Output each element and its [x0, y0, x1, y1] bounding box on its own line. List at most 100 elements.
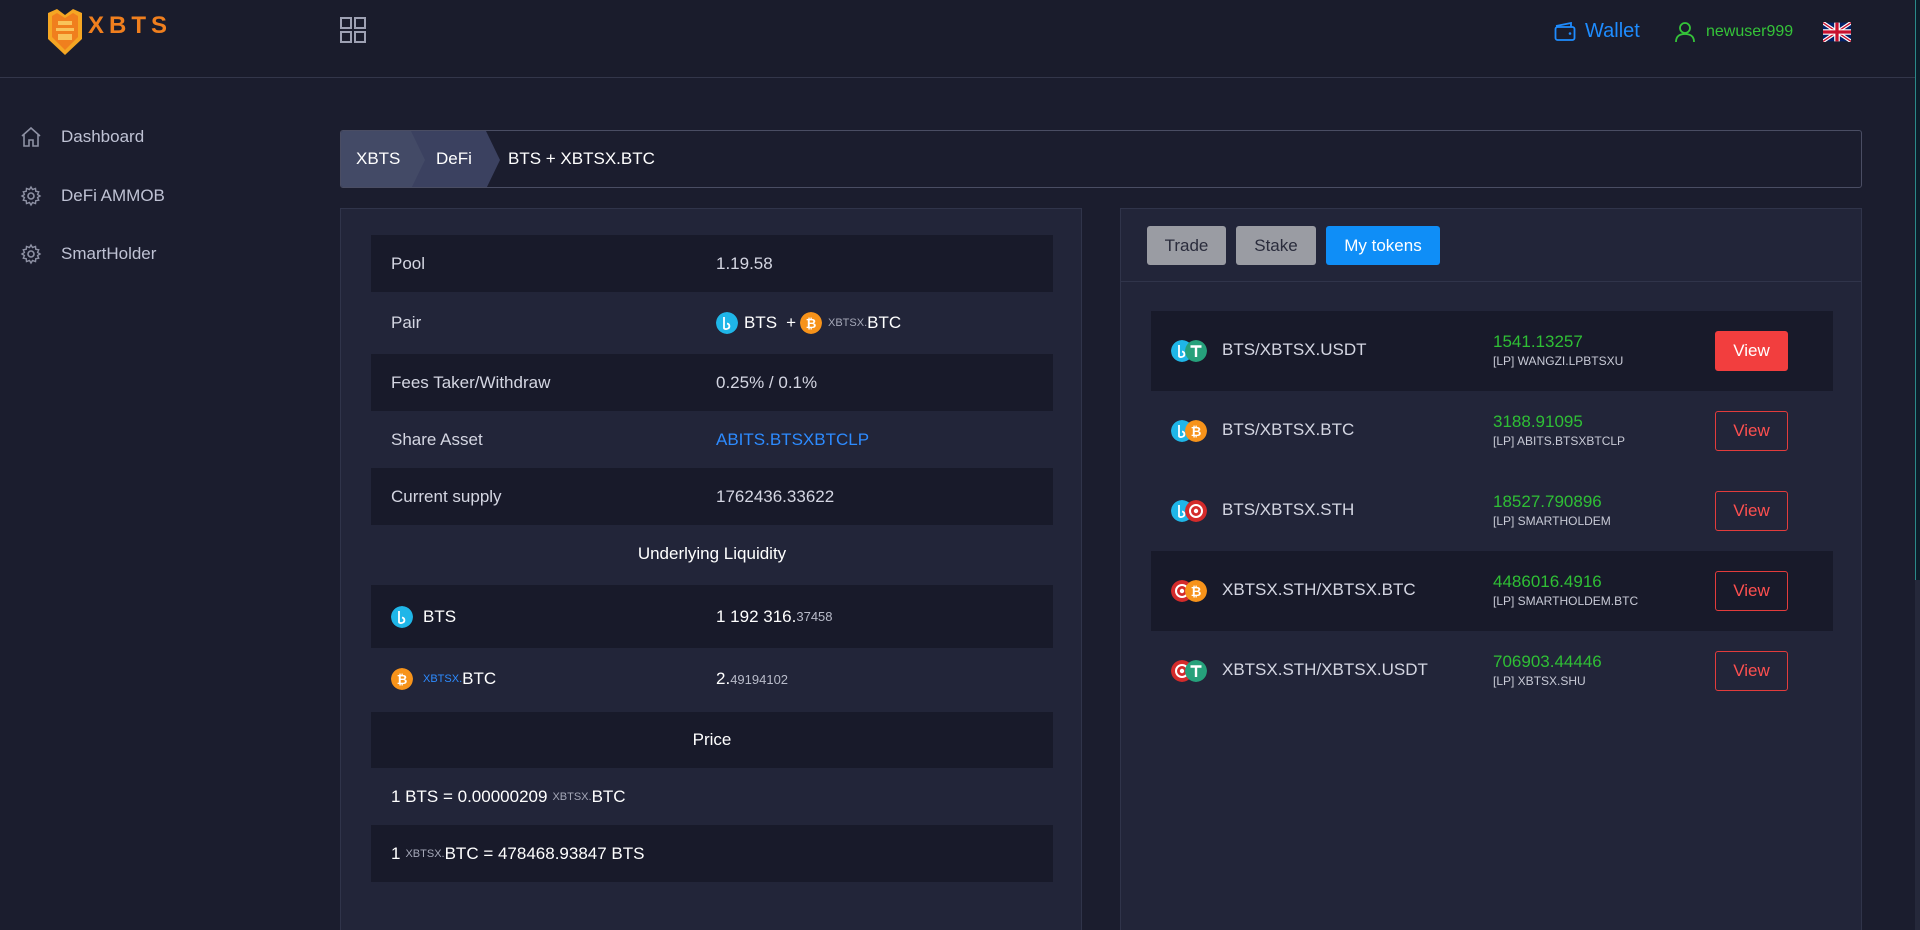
breadcrumb: XBTS DeFi BTS + XBTSX.BTC [340, 130, 1862, 188]
token-amount: 1541.13257 [1493, 332, 1583, 351]
price-row-2: 1 XBTSX. BTC = 478468.93847 BTS [371, 825, 1053, 882]
tab-trade[interactable]: Trade [1147, 226, 1226, 265]
token-row: BTS/XBTSX.STH 18527.790896 [LP] SMARTHOL… [1151, 471, 1833, 551]
amount-integer: 1 192 316. [716, 606, 797, 626]
token-row: XBTSX.STH/XBTSX.USDT 706903.44446 [LP] X… [1151, 631, 1833, 711]
liquidity-asset: BTS [391, 605, 457, 628]
gear-icon [20, 243, 42, 265]
liquidity-row-btc: ₿ XBTSX. BTC 2. 49194102 [371, 648, 1053, 710]
wallet-label: Wallet [1585, 20, 1640, 42]
token-pair-name: BTS/XBTSX.STH [1222, 500, 1355, 519]
liquidity-amount: 2. 49194102 [716, 669, 788, 689]
supply-row: Current supply 1762436.33622 [371, 468, 1053, 525]
token-pair-name: XBTSX.STH/XBTSX.USDT [1222, 660, 1428, 679]
token-lp-name: [LP] XBTSX.SHU [1493, 674, 1586, 688]
home-icon [21, 126, 41, 147]
sidebar-item-label: SmartHolder [61, 244, 157, 263]
underlying-liquidity-heading: Underlying Liquidity [371, 525, 1053, 582]
token-pair-name: BTS/XBTSX.USDT [1222, 340, 1367, 359]
token-lp-name: [LP] WANGZI.LPBTSXU [1493, 354, 1624, 368]
sidebar-item-dashboard[interactable]: Dashboard [20, 126, 144, 148]
pair-row: Pair BTS + ₿ XBTSX. BTC [371, 292, 1053, 354]
token-pair-name: BTS/XBTSX.BTC [1222, 420, 1355, 439]
breadcrumb-current: BTS + XBTSX.BTC [508, 149, 655, 168]
price-one: 1 [391, 843, 401, 863]
gear-icon [20, 185, 42, 207]
token-row: ₿ BTS/XBTSX.BTC 3188.91095 [LP] ABITS.BT… [1151, 391, 1833, 471]
price-row-1: 1 BTS = 0.00000209 XBTSX. BTC [371, 768, 1053, 825]
wallet-icon [1554, 21, 1576, 41]
uk-flag-icon[interactable] [1823, 22, 1851, 42]
usdt-coin-icon [1185, 660, 1207, 682]
pair-b-prefix: XBTSX. [828, 317, 868, 329]
view-button[interactable]: View [1715, 651, 1788, 691]
tab-bar: Trade Stake My tokens [1121, 209, 1861, 282]
btc-coin-icon: ₿ [391, 668, 413, 690]
supply-label: Current supply [391, 486, 502, 506]
sidebar-item-defi-ammob[interactable]: DeFi AMMOB [20, 185, 165, 207]
logo-icon [48, 9, 82, 55]
pair-a: BTS [744, 313, 778, 332]
pair-b: BTC [867, 313, 902, 332]
user-icon [1675, 22, 1695, 43]
fees-label: Fees Taker/Withdraw [391, 372, 551, 392]
liquidity-amount: 1 192 316. 37458 [716, 607, 833, 627]
share-asset-link[interactable]: ABITS.BTSXBTCLP [716, 430, 869, 450]
apps-grid-icon[interactable] [340, 17, 366, 43]
fees-row: Fees Taker/Withdraw 0.25% / 0.1% [371, 354, 1053, 411]
share-asset-row: Share Asset ABITS.BTSXBTCLP [371, 411, 1053, 468]
top-header: XBTS Wallet newuser999 [0, 0, 1920, 78]
price-prefix: XBTSX. [552, 790, 592, 803]
amount-integer: 2. [716, 669, 731, 688]
token-pair-icons: ₿ [1171, 580, 1211, 602]
pool-label: Pool [391, 253, 426, 273]
svg-text:₿: ₿ [1191, 425, 1202, 440]
btc-coin-icon: ₿ [800, 312, 822, 334]
liquidity-asset-prefix: XBTSX. [423, 673, 463, 685]
token-pair-icons: ₿ [1171, 420, 1211, 442]
logo[interactable]: XBTS [44, 6, 172, 58]
liquidity-asset-name: BTS [423, 606, 457, 626]
view-button[interactable]: View [1715, 331, 1788, 371]
view-button[interactable]: View [1715, 571, 1788, 611]
svg-text:₿: ₿ [397, 673, 408, 688]
token-pair-name: XBTSX.STH/XBTSX.BTC [1222, 580, 1416, 599]
username: newuser999 [1706, 23, 1794, 40]
fees-value: 0.25% / 0.1% [716, 372, 818, 392]
pair-value: BTS + ₿ XBTSX. BTC [716, 312, 901, 334]
view-button[interactable]: View [1715, 491, 1788, 531]
token-lp-name: [LP] SMARTHOLDEM [1493, 514, 1611, 528]
breadcrumb-xbts[interactable]: XBTS [341, 131, 425, 187]
price-prefix: XBTSX. [405, 847, 445, 860]
token-pair-icons [1171, 340, 1211, 362]
token-amount: 3188.91095 [1493, 412, 1583, 431]
wallet-link[interactable]: Wallet [1554, 20, 1640, 43]
page-scrollbar[interactable] [1915, 0, 1920, 930]
token-pair-icons [1171, 500, 1211, 522]
liquidity-asset: ₿ XBTSX. BTC [391, 668, 496, 690]
sidebar-item-label: DeFi AMMOB [61, 186, 165, 205]
amount-decimals: 49194102 [730, 671, 789, 687]
token-amount: 4486016.4916 [1493, 572, 1602, 591]
token-row: ₿ XBTSX.STH/XBTSX.BTC 4486016.4916 [LP] … [1151, 551, 1833, 631]
view-button[interactable]: View [1715, 411, 1788, 451]
bts-coin-icon [716, 312, 738, 334]
my-tokens-panel: Trade Stake My tokens BTS/XBTSX.USDT 154… [1120, 208, 1862, 930]
user-account-link[interactable]: newuser999 [1674, 21, 1793, 43]
tab-my-tokens[interactable]: My tokens [1326, 226, 1440, 265]
sidebar-item-smartholder[interactable]: SmartHolder [20, 243, 156, 265]
price-text: BTC = 478468.93847 BTS [444, 843, 645, 863]
token-row: BTS/XBTSX.USDT 1541.13257 [LP] WANGZI.LP… [1151, 311, 1833, 391]
amount-decimals: 37458 [796, 609, 833, 624]
price-asset: BTC [591, 786, 626, 806]
sidebar-item-label: Dashboard [61, 127, 145, 146]
tab-stake[interactable]: Stake [1236, 226, 1316, 265]
btc-coin-icon: ₿ [1185, 420, 1207, 442]
token-pair-icons [1171, 660, 1211, 682]
liquidity-asset-name: BTC [462, 669, 497, 688]
token-lp-name: [LP] ABITS.BTSXBTCLP [1493, 434, 1626, 448]
pool-info-panel: Pool 1.19.58 Pair BTS + ₿ XBTSX. BTC Fee… [340, 208, 1082, 930]
svg-text:₿: ₿ [806, 317, 817, 332]
price-bts-btc: 1 BTS = 0.00000209 XBTSX. BTC [391, 787, 626, 807]
supply-value: 1762436.33622 [716, 486, 835, 506]
